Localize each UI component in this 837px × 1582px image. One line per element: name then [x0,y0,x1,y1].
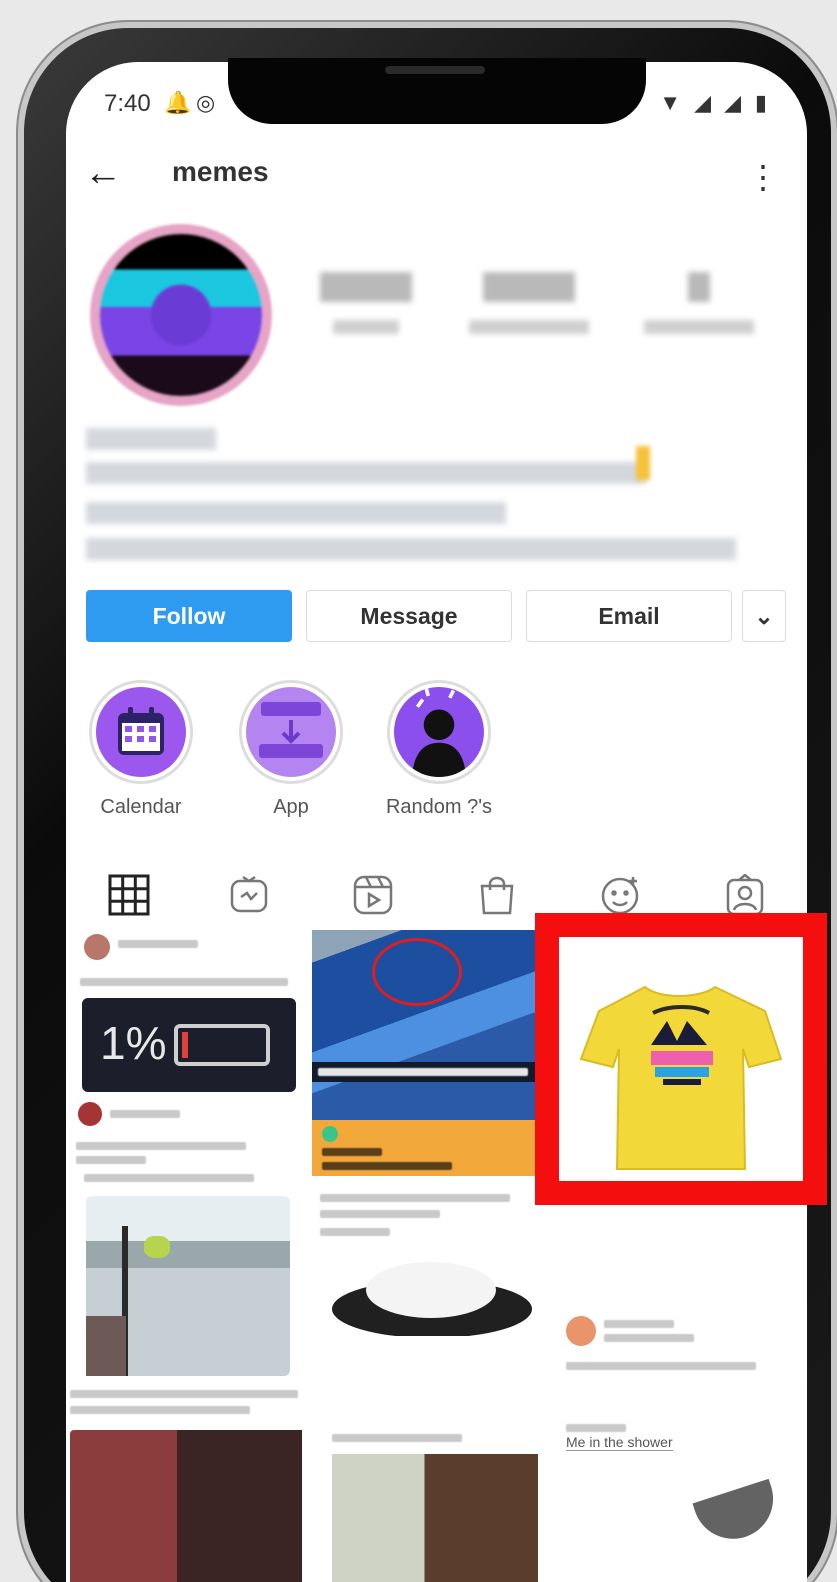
avatar[interactable] [100,234,262,396]
highlight-app[interactable]: App [236,680,346,819]
post-tweet[interactable] [548,1240,807,1380]
post-shower[interactable]: Me in the shower [548,1380,807,1582]
bio-name [86,428,216,450]
post-car-windshield[interactable] [312,930,538,1176]
status-time: 7:40 [104,90,151,117]
highlight-box-annotation [535,913,827,1205]
signal-icon: ◢ [694,90,711,115]
shopping-bag-icon[interactable] [472,870,522,920]
post-window-cleaner[interactable] [66,1130,302,1380]
chevron-down-icon[interactable]: ⌄ [742,590,786,642]
email-button[interactable]: Email [526,590,732,642]
battery-percent: 1% [100,1017,167,1069]
phone-speaker [385,66,485,74]
bio-line-2 [86,502,506,524]
battery-image: 1% [82,998,296,1092]
post-hide-and-wait[interactable] [66,1380,302,1582]
stat-posts[interactable] [306,272,426,342]
more-vertical-icon[interactable]: ⋮ [747,158,779,196]
post-low-battery[interactable]: 1% [66,930,302,1130]
profile-actions: Follow Message Email ⌄ [86,590,786,642]
tv-icon[interactable] [224,870,274,920]
person-silhouette-icon [394,687,484,777]
shower-head [692,1478,784,1550]
phone-screen: 7:40 🔔 ◎ ▼ ◢ ◢ ▮ ← memes ⋮ Follow Messag… [66,62,807,1582]
calendar-icon [96,687,186,777]
message-button[interactable]: Message [306,590,512,642]
highlight-random[interactable]: Random ?'s [384,680,494,819]
story-highlights: Calendar App Random ?'s [86,680,786,830]
highlight-label: Random ?'s [385,796,493,818]
comment-preview [312,1120,538,1176]
post-go-outside[interactable] [312,1430,538,1582]
follow-button[interactable]: Follow [86,590,292,642]
post-photo [332,1454,538,1582]
profile-header: ← memes ⋮ [66,152,807,212]
avatar [566,1316,596,1346]
post-rice[interactable] [312,1186,538,1336]
highlight-label: Calendar [100,796,182,818]
stat-following[interactable] [634,272,764,342]
highlight-calendar[interactable]: Calendar [86,680,196,819]
bio-line-1 [86,462,646,484]
signal-secondary-icon: ◢ [724,90,741,115]
arrow-left-icon[interactable]: ← [84,152,122,195]
battery-icon: ▮ [754,90,767,115]
bio-line-3 [86,538,736,560]
yellow-tshirt-image [579,985,783,1170]
plate-photo [332,1262,532,1336]
battery-icon [174,1024,270,1066]
red-circle-annotation [372,938,462,1006]
stat-followers[interactable] [464,272,594,342]
notification-app-icon: ◎ [196,90,216,115]
reels-icon[interactable] [348,870,398,920]
bio-emoji [636,446,650,480]
grid-icon[interactable] [104,870,154,920]
notification-bell-icon: 🔔 [164,90,192,115]
profile-username: memes [172,156,269,187]
app-download-icon [246,687,336,777]
window-photo [86,1196,290,1376]
post-photo [70,1430,302,1582]
avatar [78,1102,102,1126]
post-caption: Me in the shower [566,1434,673,1451]
avatar [84,934,110,960]
highlight-label: App [273,796,309,818]
wifi-icon: ▼ [659,90,681,115]
